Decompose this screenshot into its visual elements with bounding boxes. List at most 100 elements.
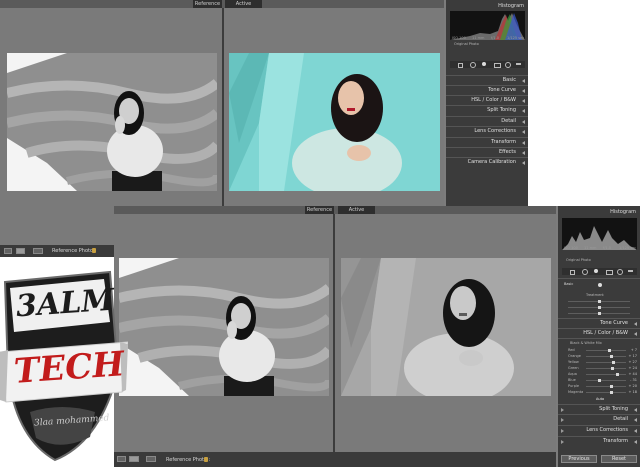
section-transform[interactable]: Transform [446, 137, 528, 147]
mix-value: - 31 [630, 378, 637, 382]
brush-icon[interactable] [628, 270, 633, 272]
view-mode-button[interactable] [4, 248, 12, 254]
lightroom-window-bottom: Reference Active Reference Photo: Histo… [114, 206, 640, 467]
section-label: HSL / Color / B&W [583, 330, 628, 336]
reference-view [114, 214, 333, 452]
histogram: ISO 100 11 mm f/1.0 1/125 sec [562, 218, 637, 250]
section-basic[interactable]: Basic [446, 75, 528, 85]
auto-button[interactable]: Auto [596, 397, 604, 401]
original-photo-label: Original Photo [454, 42, 479, 46]
mix-row[interactable]: Aqua + 44 [558, 372, 640, 377]
bottom-toolbar: Reference Photo : [114, 452, 556, 467]
spot-removal-icon[interactable] [470, 62, 476, 68]
section-transform[interactable]: Transform [558, 436, 640, 446]
mix-row[interactable]: Magenta + 18 [558, 390, 640, 395]
previous-button[interactable]: Previous [561, 455, 597, 463]
collapse-arrow-icon [634, 332, 637, 336]
collapse-arrow-icon [522, 151, 525, 155]
graduated-filter-icon[interactable] [494, 63, 501, 68]
brush-icon[interactable] [516, 63, 521, 65]
mix-slider[interactable] [586, 391, 626, 394]
lock-icon[interactable] [92, 248, 96, 253]
panel-toggle-icon[interactable] [561, 408, 564, 412]
basic-slider-3[interactable] [568, 312, 630, 315]
collapse-arrow-icon [634, 322, 637, 326]
layout-button[interactable] [33, 248, 43, 254]
mix-slider[interactable] [586, 361, 626, 364]
basic-slider-2[interactable] [568, 306, 630, 309]
section-split-toning[interactable]: Split Toning [558, 404, 640, 414]
mix-name: Magenta [568, 390, 584, 394]
mix-row[interactable]: Green + 24 [558, 366, 640, 371]
mix-name: Red [568, 348, 575, 352]
compare-tab-bar: Reference Active [114, 206, 556, 214]
collapse-arrow-icon [522, 79, 525, 83]
reset-button[interactable]: Reset [601, 455, 637, 463]
mix-slider[interactable] [586, 385, 626, 388]
section-label: Split Toning [487, 107, 516, 113]
basic-slider-1[interactable] [568, 300, 630, 303]
mix-slider[interactable] [586, 373, 626, 376]
mix-row[interactable]: Red + 7 [558, 348, 640, 353]
section-detail[interactable]: Detail [558, 414, 640, 424]
panel-toggle-icon[interactable] [561, 440, 564, 444]
mix-name: Blue [568, 378, 576, 382]
mix-row[interactable]: Purple + 20 [558, 384, 640, 389]
collapse-arrow-icon [522, 141, 525, 145]
section-hsl[interactable]: HSL / Color / B&W [558, 328, 640, 338]
section-hsl[interactable]: HSL / Color / B&W [446, 95, 528, 105]
section-effects[interactable]: Effects [446, 147, 528, 157]
hist-iso: ISO 100 [452, 36, 466, 40]
mix-row[interactable]: Blue - 31 [558, 378, 640, 383]
section-detail[interactable]: Detail [446, 116, 528, 126]
mix-slider[interactable] [586, 349, 626, 352]
spot-removal-icon[interactable] [582, 269, 588, 275]
section-label: Transform [491, 139, 516, 145]
tab-reference[interactable]: Reference [193, 0, 222, 8]
section-label: Basic [502, 77, 516, 83]
active-view [335, 214, 556, 452]
panel-toggle-icon[interactable] [561, 418, 564, 422]
histogram-title: Histogram [610, 209, 636, 215]
section-camera-calibration[interactable]: Camera Calibration [446, 157, 528, 167]
redeye-icon[interactable] [482, 62, 486, 66]
radial-filter-icon[interactable] [617, 269, 623, 275]
redeye-icon[interactable] [594, 269, 598, 273]
lock-icon[interactable] [204, 457, 208, 462]
tool-strip [450, 61, 525, 68]
tool-strip [562, 268, 637, 275]
section-split-toning[interactable]: Split Toning [446, 105, 528, 115]
basic-toggle-knob[interactable] [598, 283, 602, 287]
radial-filter-icon[interactable] [505, 62, 511, 68]
section-lens-corrections[interactable]: Lens Corrections [558, 425, 640, 435]
mix-slider[interactable] [586, 355, 626, 358]
mix-row[interactable]: Yellow + 27 [558, 360, 640, 365]
mix-slider[interactable] [586, 367, 626, 370]
compare-mode-button[interactable] [129, 456, 139, 462]
section-lens-corrections[interactable]: Lens Corrections [446, 126, 528, 136]
tab-reference[interactable]: Reference [305, 206, 334, 214]
mix-value: + 44 [628, 372, 638, 376]
layout-button[interactable] [146, 456, 156, 462]
section-label: Camera Calibration [467, 159, 516, 165]
hist-aperture: f/1.0 [603, 246, 611, 250]
reference-photo-label: Reference Photo : [52, 248, 97, 254]
active-photo-bw [341, 258, 551, 396]
panel-toggle-icon[interactable] [561, 429, 564, 433]
collapse-arrow-icon [522, 120, 525, 124]
treatment-label: Treatment [586, 293, 604, 297]
section-tone-curve[interactable]: Tone Curve [446, 85, 528, 95]
graduated-filter-icon[interactable] [606, 270, 613, 275]
collapse-arrow-icon [634, 440, 637, 444]
compare-mode-button[interactable] [16, 248, 25, 254]
mix-slider[interactable] [586, 379, 626, 382]
histogram: ISO 100 11 mm f/1.0 1/125 sec [450, 11, 525, 40]
section-tone-curve[interactable]: Tone Curve [558, 318, 640, 328]
hist-aperture: f/1.0 [491, 36, 499, 40]
mix-row[interactable]: Orange + 17 [558, 354, 640, 359]
section-label: Detail [501, 118, 516, 124]
crop-icon[interactable] [570, 270, 575, 275]
crop-icon[interactable] [458, 63, 463, 68]
tab-active[interactable]: Active [338, 206, 375, 214]
tab-active[interactable]: Active [225, 0, 262, 8]
